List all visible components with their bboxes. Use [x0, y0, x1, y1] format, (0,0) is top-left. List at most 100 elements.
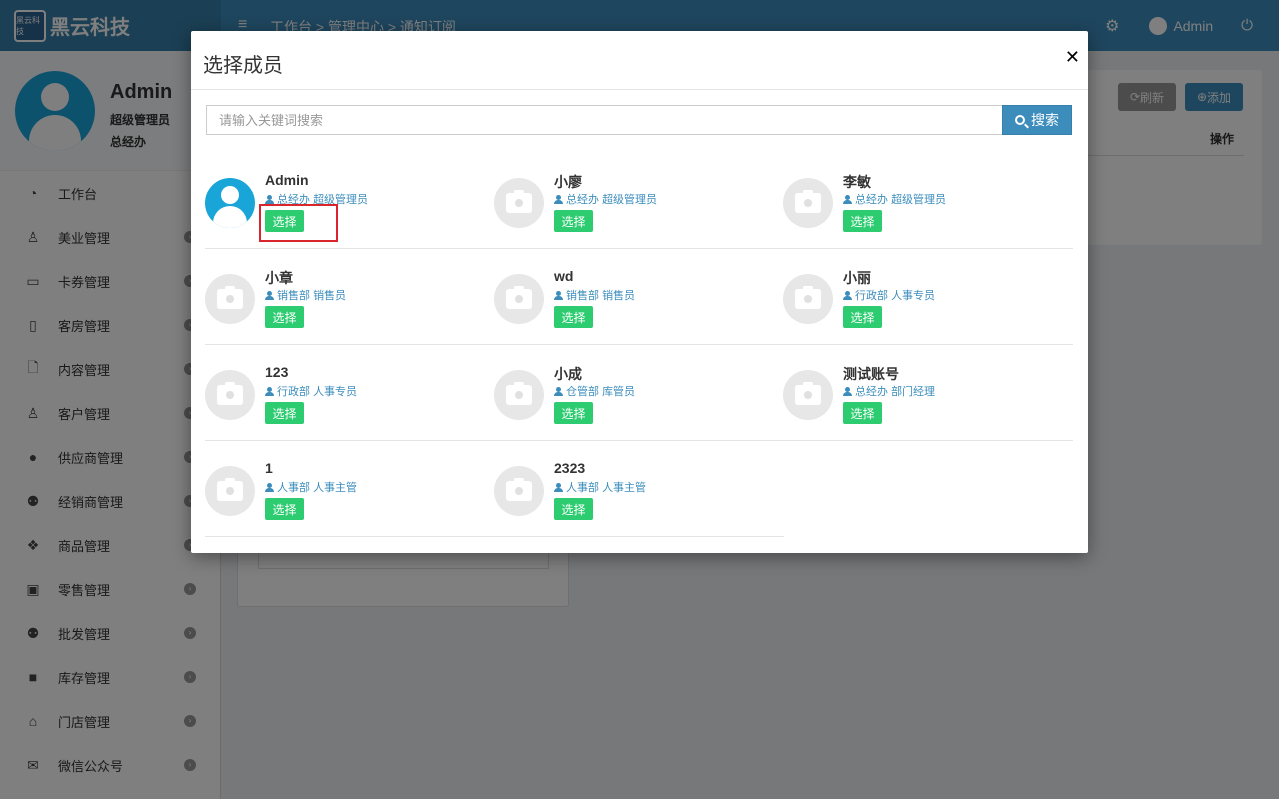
member-dept: 行政部 — [277, 386, 310, 398]
member-card: 2323 人事部 人事主管 选择 — [494, 441, 783, 537]
user-icon — [265, 290, 274, 300]
member-row: 123 行政部 人事专员 选择 小成 仓管部 库管员 选择 测试账号 总经办 部门经理 选择 — [205, 345, 1073, 441]
camera-icon — [205, 370, 255, 420]
select-member-button[interactable]: 选择 — [554, 210, 593, 232]
camera-icon — [783, 178, 833, 228]
member-dept: 人事部 — [566, 482, 599, 494]
member-card: 123 行政部 人事专员 选择 — [205, 345, 494, 441]
member-list: Admin 总经办 超级管理员 选择 小廖 总经办 超级管理员 选择 李敏 总经办 超级管理员… — [205, 153, 1073, 537]
member-card: 小成 仓管部 库管员 选择 — [494, 345, 783, 441]
user-icon — [843, 290, 852, 300]
select-member-button[interactable]: 选择 — [265, 402, 304, 424]
camera-icon — [494, 466, 544, 516]
camera-icon — [783, 370, 833, 420]
member-row: Admin 总经办 超级管理员 选择 小廖 总经办 超级管理员 选择 李敏 总经办 超级管理员… — [205, 153, 1073, 249]
select-member-button[interactable]: 选择 — [843, 210, 882, 232]
search-bar: 搜索 — [206, 105, 1072, 135]
member-info: 仓管部 库管员 — [554, 383, 635, 399]
member-row: 1 人事部 人事主管 选择 2323 人事部 人事主管 选择 — [205, 441, 1073, 537]
member-role: 超级管理员 — [891, 194, 947, 206]
select-member-button[interactable]: 选择 — [554, 306, 593, 328]
select-member-button[interactable]: 选择 — [554, 498, 593, 520]
member-name: 李敏 — [843, 174, 871, 190]
member-role: 库管员 — [602, 386, 636, 398]
member-role: 人事主管 — [313, 482, 358, 494]
member-name: 2323 — [554, 460, 586, 476]
camera-icon — [205, 466, 255, 516]
member-info: 行政部 人事专员 — [265, 383, 357, 399]
member-card: 李敏 总经办 超级管理员 选择 — [783, 153, 1072, 249]
select-member-button[interactable]: 选择 — [265, 210, 304, 232]
member-name: 小廖 — [554, 174, 582, 190]
camera-icon — [494, 370, 544, 420]
modal-header: 选择成员 ✕ — [191, 31, 1088, 90]
user-icon — [265, 482, 274, 492]
camera-icon — [494, 178, 544, 228]
member-role: 超级管理员 — [313, 194, 369, 206]
member-dept: 销售部 — [277, 290, 310, 302]
avatar — [205, 178, 255, 228]
search-input[interactable] — [206, 105, 1002, 135]
member-role: 超级管理员 — [602, 194, 658, 206]
member-info: 销售部 销售员 — [554, 287, 635, 303]
member-info: 人事部 人事主管 — [554, 479, 646, 495]
member-name: wd — [554, 268, 574, 284]
search-button[interactable]: 搜索 — [1002, 105, 1072, 135]
select-member-button[interactable]: 选择 — [265, 306, 304, 328]
member-name: Admin — [265, 172, 309, 188]
member-info: 人事部 人事主管 — [265, 479, 357, 495]
camera-icon — [494, 274, 544, 324]
member-dept: 总经办 — [277, 194, 310, 206]
close-icon[interactable]: ✕ — [1065, 47, 1080, 68]
select-member-button[interactable]: 选择 — [843, 306, 882, 328]
user-icon — [554, 386, 563, 396]
search-button-label: 搜索 — [1031, 112, 1059, 128]
member-dept: 仓管部 — [566, 386, 599, 398]
member-info: 总经办 超级管理员 — [554, 191, 657, 207]
user-icon — [843, 194, 852, 204]
member-name: 123 — [265, 364, 289, 380]
user-icon — [554, 194, 563, 204]
search-icon — [1015, 115, 1025, 125]
member-name: 小章 — [265, 270, 293, 286]
member-dept: 总经办 — [855, 194, 888, 206]
member-info: 总经办 超级管理员 — [843, 191, 946, 207]
member-name: 测试账号 — [843, 366, 899, 382]
member-name: 1 — [265, 460, 273, 476]
select-member-button[interactable]: 选择 — [265, 498, 304, 520]
member-info: 总经办 部门经理 — [843, 383, 935, 399]
member-dept: 人事部 — [277, 482, 310, 494]
member-role: 人事主管 — [602, 482, 647, 494]
user-icon — [554, 482, 563, 492]
member-info: 总经办 超级管理员 — [265, 191, 368, 207]
member-info: 行政部 人事专员 — [843, 287, 935, 303]
select-member-button[interactable]: 选择 — [554, 402, 593, 424]
member-role: 人事专员 — [313, 386, 358, 398]
user-icon — [265, 386, 274, 396]
member-role: 销售员 — [602, 290, 636, 302]
member-card: 小廖 总经办 超级管理员 选择 — [494, 153, 783, 249]
member-card: 测试账号 总经办 部门经理 选择 — [783, 345, 1072, 441]
member-name: 小丽 — [843, 270, 871, 286]
member-dept: 行政部 — [855, 290, 888, 302]
member-info: 销售部 销售员 — [265, 287, 346, 303]
member-role: 销售员 — [313, 290, 347, 302]
select-member-modal: 选择成员 ✕ 搜索 Admin总经办 超级管理员选择小廖总经办 超级管理员选择李… — [191, 31, 1088, 553]
member-card: 1 人事部 人事主管 选择 — [205, 441, 494, 537]
modal-title: 选择成员 — [203, 55, 283, 77]
member-role: 部门经理 — [891, 386, 936, 398]
camera-icon — [205, 274, 255, 324]
user-icon — [554, 290, 563, 300]
select-member-button[interactable]: 选择 — [843, 402, 882, 424]
member-card: wd 销售部 销售员选择 — [494, 249, 783, 345]
member-card: Admin 总经办 超级管理员 选择 — [205, 153, 494, 249]
user-icon — [843, 386, 852, 396]
camera-icon — [783, 274, 833, 324]
member-card: 小章 销售部 销售员 选择 — [205, 249, 494, 345]
member-dept: 总经办 — [566, 194, 599, 206]
member-role: 人事专员 — [891, 290, 936, 302]
user-icon — [265, 194, 274, 204]
member-dept: 总经办 — [855, 386, 888, 398]
member-name: 小成 — [554, 366, 582, 382]
member-card: 小丽 行政部 人事专员 选择 — [783, 249, 1072, 345]
